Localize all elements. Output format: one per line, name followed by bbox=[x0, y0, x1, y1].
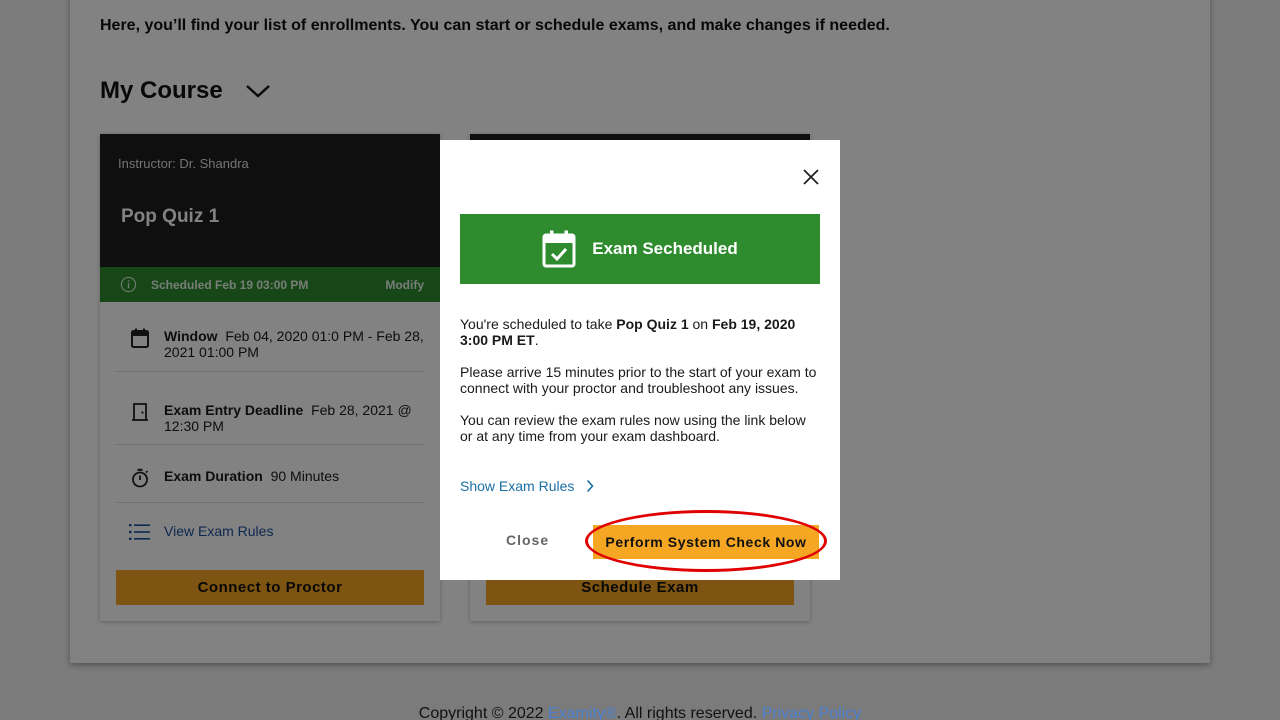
calendar-check-icon bbox=[542, 230, 576, 268]
perform-system-check-button[interactable]: Perform System Check Now bbox=[593, 525, 819, 559]
rules-message: You can review the exam rules now using … bbox=[460, 412, 806, 444]
chevron-right-icon bbox=[587, 479, 594, 493]
examity-link[interactable]: Examity® bbox=[548, 705, 617, 720]
close-button[interactable]: Close bbox=[506, 532, 549, 548]
exam-scheduled-dialog: Exam Secheduled You're scheduled to take… bbox=[440, 140, 840, 580]
copyright-text: Copyright © 2022 bbox=[418, 705, 548, 720]
exam-scheduled-banner: Exam Secheduled bbox=[460, 214, 820, 284]
arrival-message: Please arrive 15 minutes prior to the st… bbox=[460, 364, 817, 396]
schedule-message: You're scheduled to take Pop Quiz 1 on F… bbox=[460, 316, 822, 348]
rights-text: . All rights reserved. bbox=[616, 705, 762, 720]
msg-prefix: You're scheduled to take bbox=[460, 316, 617, 332]
show-exam-rules-link[interactable]: Show Exam Rules bbox=[460, 478, 594, 494]
privacy-policy-link[interactable]: Privacy Policy bbox=[762, 705, 862, 720]
msg-end: . bbox=[534, 332, 539, 348]
msg-quiz-name: Pop Quiz 1 bbox=[616, 316, 689, 332]
footer: Copyright © 2022 Examity®. All rights re… bbox=[0, 705, 1280, 720]
msg-mid: on bbox=[688, 316, 712, 332]
banner-title: Exam Secheduled bbox=[592, 239, 738, 258]
close-icon[interactable] bbox=[802, 168, 820, 186]
show-exam-rules-label: Show Exam Rules bbox=[460, 478, 575, 494]
